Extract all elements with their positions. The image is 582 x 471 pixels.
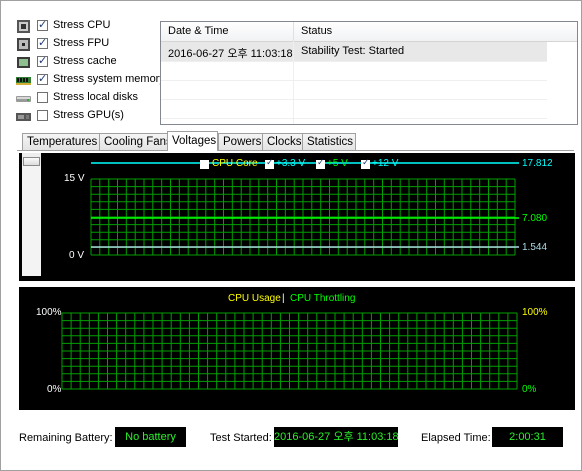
log-column-datetime[interactable]: Date & Time [168, 25, 229, 37]
stress-options: Stress CPU Stress FPU Stress cache Stres… [16, 18, 166, 126]
readout-12v: 17.812 [522, 158, 553, 169]
stress-cpu-option[interactable]: Stress CPU [16, 18, 166, 36]
memory-icon [16, 74, 31, 87]
row-divider [161, 61, 547, 62]
stress-memory-label: Stress system memory [53, 73, 165, 85]
cpu-left-max-label: 100% [36, 307, 62, 318]
voltage-y-max-label: 15 V [64, 173, 85, 184]
stress-cpu-checkbox[interactable] [37, 18, 48, 31]
stress-fpu-option[interactable]: Stress FPU [16, 36, 166, 54]
voltage-y-min-label: 0 V [69, 250, 85, 261]
cpu-left-min-label: 0% [47, 384, 62, 395]
cpu-right-max-label: 100% [522, 307, 548, 318]
title-separator: | [282, 293, 285, 304]
tab-statistics[interactable]: Statistics [302, 133, 356, 150]
stress-cache-checkbox[interactable] [37, 54, 48, 67]
readout-3v3: 1.544 [522, 242, 548, 253]
fpu-icon [16, 38, 31, 51]
status-log-table[interactable]: Date & Time Status 2016-06-27 오후 11:03:1… [160, 21, 578, 125]
legend-12v-checkbox[interactable] [361, 158, 370, 169]
tab-temperatures[interactable]: Temperatures [22, 133, 100, 150]
readout-5v: 7.080 [522, 213, 548, 224]
cpu-usage-title: CPU Usage [228, 293, 281, 304]
cpu-right-min-label: 0% [522, 384, 537, 395]
stress-gpu-option[interactable]: Stress GPU(s) [16, 108, 166, 126]
cpu-chart-panel: CPU Usage | CPU Throttling 100% 0% 100% … [19, 287, 575, 410]
stress-disks-option[interactable]: Stress local disks [16, 90, 166, 108]
cpu-icon [16, 20, 31, 33]
legend-5v-checkbox[interactable] [316, 158, 325, 169]
stress-fpu-checkbox[interactable] [37, 36, 48, 49]
gpu-icon [16, 110, 31, 123]
cpu-throttling-title: CPU Throttling [290, 293, 356, 304]
stress-gpu-label: Stress GPU(s) [53, 109, 124, 121]
tab-powers[interactable]: Powers [218, 133, 263, 150]
stress-gpu-checkbox[interactable] [37, 110, 48, 121]
column-separator [293, 22, 294, 41]
elapsed-time-label: Elapsed Time: [421, 432, 491, 444]
stress-fpu-label: Stress FPU [53, 37, 110, 49]
legend-12v-label: +12 V [372, 158, 399, 169]
voltage-grid [90, 162, 519, 256]
table-row[interactable]: 2016-06-27 오후 11:03:18 Stability Test: S… [161, 42, 547, 61]
stress-cpu-label: Stress CPU [53, 19, 111, 31]
test-started-label: Test Started: [210, 432, 272, 444]
row-divider [161, 99, 547, 100]
row-divider [161, 80, 547, 81]
stress-cache-option[interactable]: Stress cache [16, 54, 166, 72]
test-started-value: 2016-06-27 오후 11:03:18 [274, 427, 399, 447]
tab-panel-border [17, 150, 574, 151]
row-divider [161, 118, 547, 119]
log-row-status: Stability Test: Started [301, 45, 405, 57]
stress-disks-checkbox[interactable] [37, 92, 48, 103]
log-row-datetime: 2016-06-27 오후 11:03:18 [168, 48, 293, 60]
elapsed-time-value: 2:00:31 [492, 427, 563, 447]
log-column-status[interactable]: Status [301, 25, 332, 37]
tab-clocks[interactable]: Clocks [262, 133, 303, 150]
voltage-chart-panel: 15 V 0 V CPU Core +3.3 V +5 V +12 V 17.8… [19, 153, 575, 281]
legend-cpu-core-checkbox[interactable] [200, 160, 209, 169]
legend-5v-label: +5 V [327, 158, 348, 169]
battery-label: Remaining Battery: [19, 432, 113, 444]
stress-memory-checkbox[interactable] [37, 72, 48, 85]
stress-memory-option[interactable]: Stress system memory [16, 72, 166, 90]
disk-icon [16, 92, 31, 105]
column-divider [293, 41, 294, 124]
tab-voltages[interactable]: Voltages [167, 131, 218, 151]
tab-cooling-fans[interactable]: Cooling Fans [99, 133, 172, 150]
stress-disks-label: Stress local disks [53, 91, 138, 103]
stress-cache-label: Stress cache [53, 55, 117, 67]
legend-3v3-checkbox[interactable] [265, 158, 274, 169]
legend-cpu-core-label: CPU Core [212, 158, 258, 169]
log-header: Date & Time Status [161, 22, 577, 42]
cpu-grid [61, 312, 518, 390]
battery-value: No battery [115, 427, 186, 447]
legend-3v3-label: +3.3 V [276, 158, 306, 169]
cache-icon [16, 56, 31, 69]
